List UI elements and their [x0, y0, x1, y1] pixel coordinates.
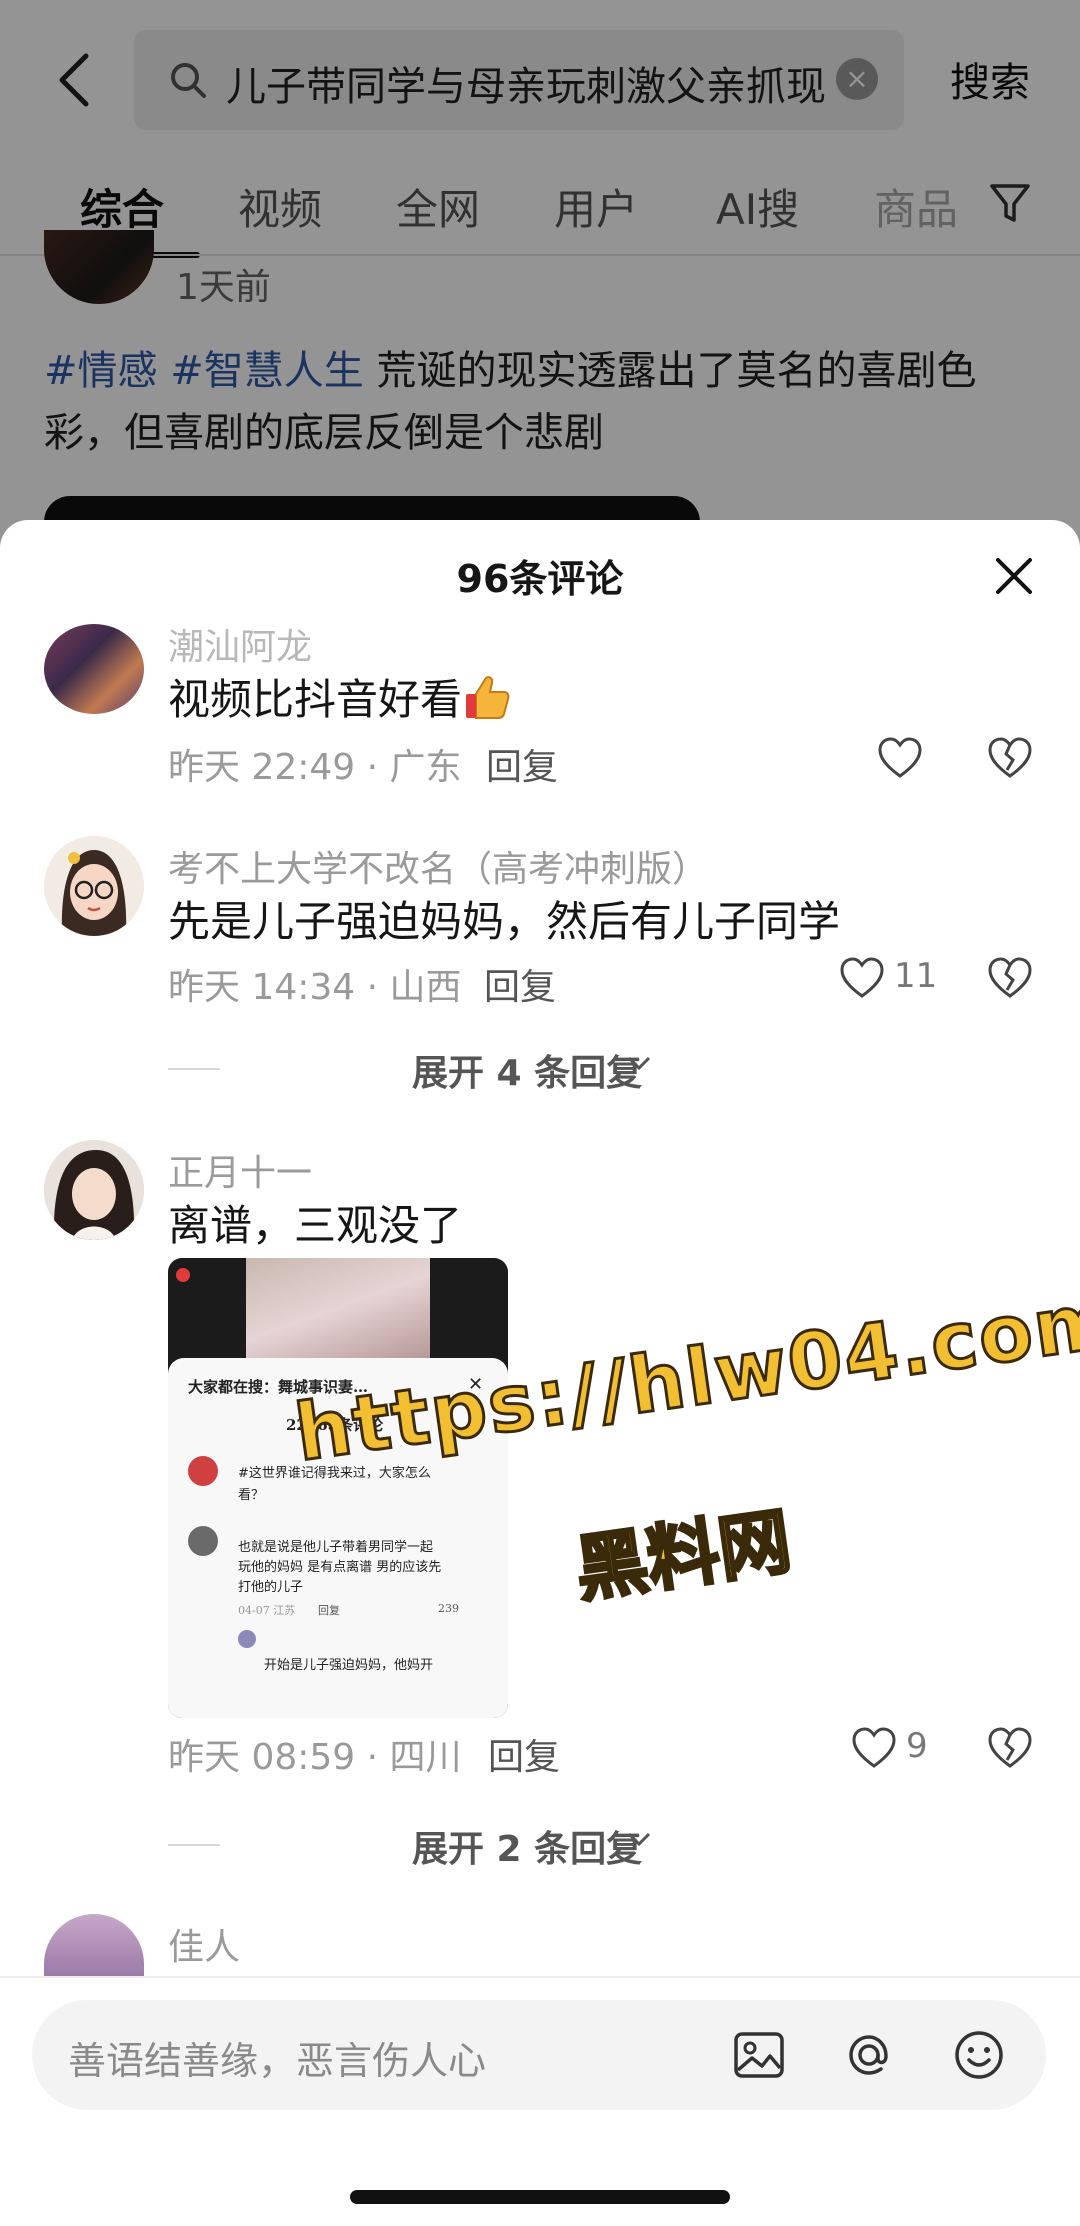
commenter-name[interactable]: 潮汕阿龙: [168, 618, 312, 670]
embedded-avatar: [188, 1526, 218, 1556]
screen: 儿子带同学与母亲玩刺激父亲抓现 × 搜索 综合 视频 全网 用户 AI搜 商品 …: [0, 0, 1080, 2226]
image-photo-area: [246, 1258, 430, 1358]
chevron-down-icon: [627, 1056, 651, 1071]
commenter-name[interactable]: 佳人: [168, 1918, 240, 1970]
cartoon-girl-avatar: [44, 836, 144, 936]
close-icon[interactable]: [992, 554, 1036, 598]
image-icon[interactable]: [730, 2026, 788, 2084]
like-count: 9: [906, 1726, 928, 1766]
comment-text: 离谱，三观没了: [168, 1201, 463, 1250]
embedded-reply: 回复: [318, 1604, 340, 1617]
comment-meta: 昨天 14:34 · 山西: [168, 967, 462, 1008]
reply-button[interactable]: 回复: [486, 738, 558, 790]
comment-image[interactable]: 大家都在搜：舞城事识妻… ✕ 22663条评论 #这世界谁记得我来过，大家怎么 …: [168, 1258, 508, 1718]
commenter-name[interactable]: 考不上大学不改名（高考冲刺版）: [168, 840, 708, 892]
heart-icon: [852, 1727, 896, 1768]
broken-heart-icon[interactable]: [986, 1724, 1034, 1772]
avatar[interactable]: [44, 1140, 144, 1240]
comment-meta: 昨天 22:49 · 广东: [168, 747, 462, 788]
embedded-text: 看？: [238, 1488, 265, 1503]
embedded-text: 也就是说是他儿子带着男同学一起: [238, 1540, 434, 1555]
chevron-down-icon: [627, 1832, 651, 1847]
comment-input[interactable]: 善语结善缘，恶言伤人心: [32, 2000, 1046, 2110]
comment-text: 视频比抖音好看: [168, 666, 512, 727]
avatar[interactable]: [44, 624, 144, 714]
emoji-icon[interactable]: [950, 2026, 1008, 2084]
comment-input-bar: 善语结善缘，恶言伤人心: [0, 1978, 1080, 2226]
embedded-avatar: [238, 1630, 256, 1648]
like-count: 11: [894, 956, 938, 996]
comment-input-placeholder: 善语结善缘，恶言伤人心: [68, 2039, 487, 2083]
embedded-meta: 04-07 江苏: [238, 1604, 296, 1617]
avatar[interactable]: [44, 836, 144, 936]
broken-heart-icon[interactable]: [986, 954, 1034, 1002]
home-indicator[interactable]: [350, 2190, 730, 2204]
reply-button[interactable]: 回复: [488, 1728, 560, 1780]
embedded-likes: 239: [438, 1602, 459, 1615]
heart-icon: [878, 737, 922, 778]
like-button[interactable]: 9: [850, 1724, 950, 1772]
expand-line: [168, 1844, 220, 1846]
comment-meta: 昨天 08:59 · 四川: [168, 1737, 462, 1778]
comment-text: 先是儿子强迫妈妈，然后有儿子同学: [168, 897, 841, 946]
user-photo-avatar: [44, 1140, 144, 1240]
reply-button[interactable]: 回复: [484, 958, 556, 1010]
modal-overlay[interactable]: [0, 0, 1080, 560]
record-dot: [176, 1268, 190, 1282]
search-results-background: 儿子带同学与母亲玩刺激父亲抓现 × 搜索 综合 视频 全网 用户 AI搜 商品 …: [0, 0, 1080, 576]
heart-icon: [840, 957, 884, 998]
embedded-text: 打他的儿子: [238, 1580, 304, 1595]
embedded-text: 开始是儿子强迫妈妈，他妈开: [264, 1658, 434, 1673]
comment-count-title: 96条评论: [456, 557, 624, 601]
embedded-text: 玩他的妈妈 是有点离谱 男的应该先: [238, 1560, 442, 1575]
expand-line: [168, 1068, 220, 1070]
commenter-name[interactable]: 正月十一: [168, 1144, 312, 1196]
thumbs-up-icon: [466, 676, 510, 719]
mention-icon[interactable]: [840, 2026, 898, 2084]
embedded-avatar: [188, 1456, 218, 1486]
like-button[interactable]: 11: [838, 954, 948, 1002]
broken-heart-icon[interactable]: [986, 734, 1034, 782]
like-button[interactable]: [876, 734, 976, 782]
